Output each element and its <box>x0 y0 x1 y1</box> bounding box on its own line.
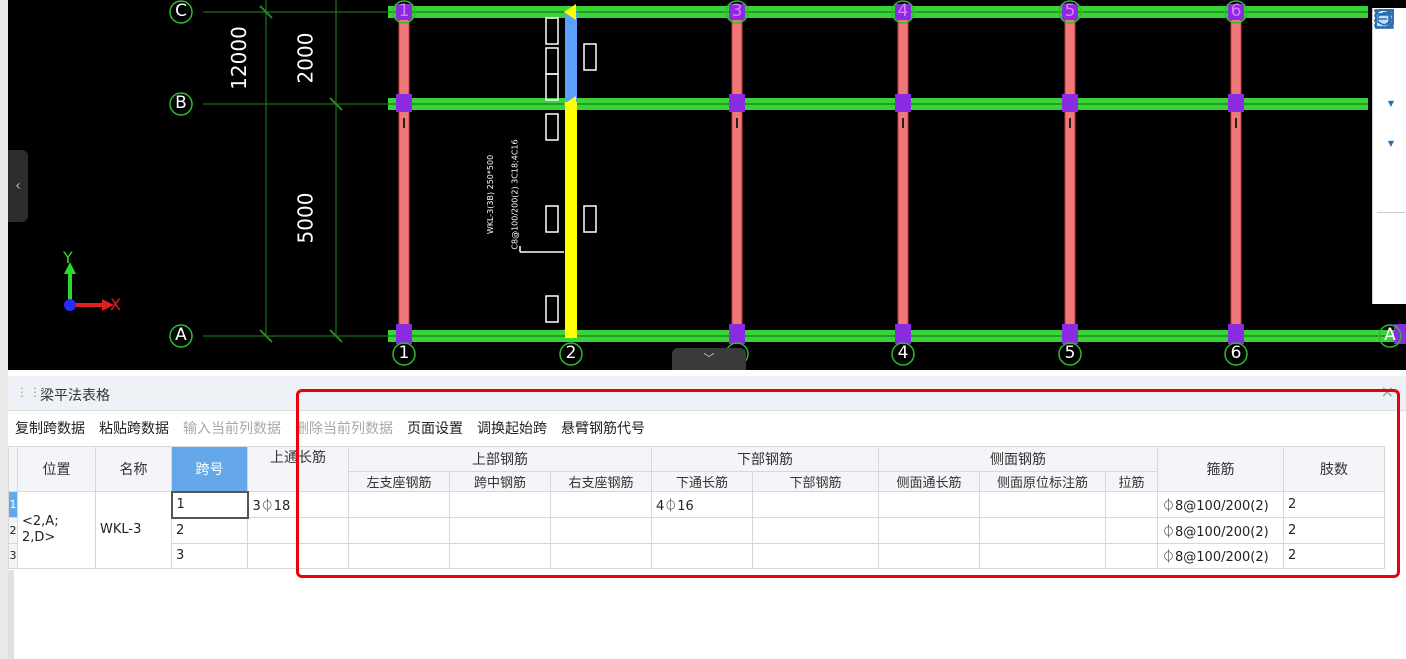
axis-x-label: X <box>110 295 121 314</box>
cube-icon[interactable] <box>1373 9 1406 98</box>
header-position: 位置 <box>17 446 96 492</box>
axis-label-2-bottom: 2 <box>565 343 577 363</box>
axis-label-3-top: 3 <box>731 1 743 21</box>
axis-label-1-top: 1 <box>398 1 410 21</box>
panel-scrollbar[interactable] <box>8 570 14 659</box>
view-box-icon[interactable] <box>1373 9 1406 208</box>
axis-label-1-bottom: 1 <box>398 343 410 363</box>
3d-view-icon[interactable]: 3D <box>1373 9 1406 68</box>
panel-title: 梁平法表格 <box>40 388 110 404</box>
collapse-left-panel-button[interactable]: ‹ <box>8 150 28 222</box>
left-edge-strip <box>0 0 8 659</box>
chevron-left-icon: ‹ <box>15 178 21 194</box>
dimension-12000: 12000 <box>226 26 251 90</box>
row-index[interactable]: 1 <box>8 491 18 518</box>
chevron-down-icon[interactable]: ▼ <box>1373 138 1406 148</box>
cell-position[interactable]: <2,A; 2,D> <box>17 491 96 569</box>
cell-span-no[interactable]: 2 <box>171 517 248 544</box>
view-toolbar: 3D ▼ ▼ <box>1372 8 1406 304</box>
toolbar-separator <box>1377 212 1405 213</box>
drag-handle-icon[interactable]: ⋮⋮ <box>16 385 42 399</box>
header-span-no[interactable]: 跨号 <box>171 446 248 492</box>
dimension-2000: 2000 <box>293 32 318 84</box>
row-index[interactable]: 3 <box>8 542 18 569</box>
beam-annotation-2: C8@100/200(2) 3C18;4C16 <box>510 139 520 250</box>
cell-name[interactable]: WKL-3 <box>95 491 172 569</box>
axis-y-label: Y <box>63 248 73 267</box>
dimension-5000: 5000 <box>293 192 318 244</box>
axis-label-5-bottom: 5 <box>1064 343 1076 363</box>
property-icon[interactable] <box>1373 9 1406 247</box>
beam-annotation-1: WKL-3(3B) 250*500 <box>486 154 496 235</box>
copy-span-data-button[interactable]: 复制跨数据 <box>8 416 92 442</box>
axis-label-4-top: 4 <box>897 1 909 21</box>
red-highlight-annotation <box>296 389 1400 578</box>
paste-span-data-button[interactable]: 粘贴跨数据 <box>92 416 176 442</box>
axis-label-6-top: 6 <box>1230 1 1242 21</box>
fullscreen-icon[interactable] <box>1373 10 1406 178</box>
cad-drawing <box>64 0 1406 366</box>
axis-label-a-right: A <box>1384 325 1396 345</box>
axis-label-b: B <box>175 93 187 113</box>
axis-label-a: A <box>175 325 187 345</box>
axis-label-c: C <box>175 1 187 21</box>
cube-solid-icon[interactable] <box>1373 9 1406 138</box>
cad-viewport[interactable]: C B A A 1 3 4 5 6 1 2 4 5 6 12000 2000 5… <box>8 0 1406 370</box>
cell-span-no[interactable]: 1 <box>170 490 249 519</box>
cell-span-no[interactable]: 3 <box>171 542 248 569</box>
input-column-data-button[interactable]: 输入当前列数据 <box>176 416 288 442</box>
row-header-corner <box>8 446 18 492</box>
axis-label-5-top: 5 <box>1064 1 1076 21</box>
header-name: 名称 <box>95 446 172 492</box>
chevron-down-icon[interactable]: ▼ <box>1373 98 1406 108</box>
chevron-down-icon: ﹀ <box>703 352 715 365</box>
axis-label-4-bottom: 4 <box>897 343 909 363</box>
row-index[interactable]: 2 <box>8 517 18 544</box>
axis-label-6-bottom: 6 <box>1230 343 1242 363</box>
collapse-bottom-panel-button[interactable]: ﹀ <box>672 348 746 370</box>
